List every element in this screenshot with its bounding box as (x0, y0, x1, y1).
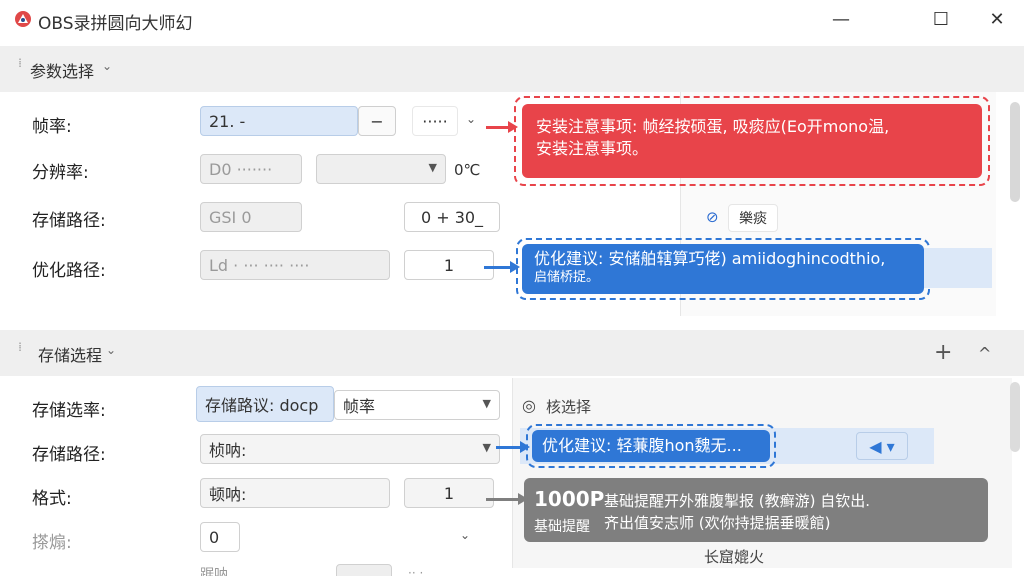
label-format: 格式: (32, 489, 72, 509)
add-icon[interactable]: + (934, 340, 952, 365)
resolution-value: D0 ······· (209, 159, 273, 179)
format-value: 顿呐: (209, 485, 247, 504)
section-title: 参数选择 (30, 62, 95, 81)
resolution-select[interactable]: ▼ (316, 154, 446, 184)
callout-red-line1: 安装注意事项: 帧经按硕蛋, 吸痰应(Eo开mono温, (536, 117, 890, 136)
storage-path-dropdown[interactable]: 桢呐: ▼ (200, 434, 500, 464)
collapse-icon[interactable]: ^ (978, 344, 991, 363)
minus-icon: − (370, 111, 384, 131)
side-panel-header: 核选择 (546, 398, 592, 416)
minimize-icon: — (832, 8, 850, 30)
extra-input[interactable]: 0 (200, 522, 240, 552)
chevron-down-icon: ▼ (482, 441, 491, 454)
label-storage-path: 存储路径: (32, 211, 106, 231)
format-input[interactable]: 顿呐: (200, 478, 390, 508)
side-item-label: 樂痰 (739, 211, 767, 227)
obs-logo-icon (15, 11, 31, 27)
bottom-field[interactable] (336, 564, 392, 576)
storage-path-input[interactable]: GSI 0 (200, 202, 302, 232)
chevron-down-icon[interactable]: ⌄ (460, 528, 470, 542)
title-bar: OBS录拼圆向大师幻 — ☐ ✕ (0, 0, 1024, 38)
callout-gray-line1: 基础提醒开外雅腹掣报 (教癣游) 自钦出. (604, 492, 871, 510)
fps-decrement-button[interactable]: − (358, 106, 396, 136)
extra-value: 0 (209, 527, 220, 547)
close-button[interactable]: ✕ (974, 0, 1020, 38)
callout-install-notes: 安装注意事项: 帧经按硕蛋, 吸痰应(Eo开mono温, 安装注意事项。 (522, 104, 982, 178)
storage-range-value: 0 + 30_ (420, 207, 484, 227)
storage-select-dropdown[interactable]: 帧率 ▼ (334, 390, 500, 420)
storage-path-value: GSI 0 (209, 207, 252, 227)
chevron-down-icon[interactable]: ⌄ (102, 59, 112, 73)
window-title: OBS录拼圆向大师幻 (38, 14, 193, 34)
scrollbar-thumb[interactable] (1010, 382, 1020, 452)
chevron-down-icon[interactable]: ⌄ (466, 112, 476, 126)
storage-select-prefix[interactable]: 存储路议: docp (196, 386, 334, 422)
format-count-input[interactable]: 1 (404, 478, 494, 508)
optimize-count-value: 1 (443, 255, 455, 275)
leaf-icon: ⊘ (706, 208, 719, 226)
bottom-stub-text: ·· · (408, 566, 424, 576)
close-icon: ✕ (989, 8, 1005, 30)
minimize-button[interactable]: — (818, 0, 864, 38)
label-extra: 搽煽: (32, 533, 72, 553)
label-storage-select: 存储选率: (32, 401, 106, 421)
callout-basic-reminder: 1000P 基础提醒 基础提醒开外雅腹掣报 (教癣游) 自钦出. 齐出值安志师 … (524, 478, 988, 542)
section-header-storage[interactable]: ⁞ 存储选程 ⌄ + ^ (0, 330, 1024, 376)
chevron-down-icon: ▼ (428, 161, 437, 174)
section-header-params[interactable]: ⁞ 参数选择 ⌄ (0, 46, 1024, 92)
fps-more-button[interactable]: ····· (412, 106, 458, 136)
callout-blue2-text: 优化建议: 轻蒹腹hon魏无... (542, 436, 742, 455)
fps-input[interactable]: 21. - (200, 106, 358, 136)
callout-gray-big: 1000P (534, 487, 605, 511)
callout-blue1-line1: 优化建议: 安储舶辖算巧佬) amiidoghincodthio, (534, 249, 886, 268)
section-title: 存储选程 (38, 346, 103, 365)
format-count-value: 1 (443, 483, 455, 503)
callout-blue1-line2: 启储桥捉。 (534, 270, 600, 285)
callout-optimize-tip: 优化建议: 安储舶辖算巧佬) amiidoghincodthio, 启储桥捉。 (522, 244, 924, 294)
callout-gray-sub: 基础提醒 (534, 519, 590, 535)
label-optimize-path: 优化路径: (32, 261, 106, 281)
arrow-gray (486, 493, 528, 505)
maximize-button[interactable]: ☐ (918, 0, 964, 38)
drag-handle-icon[interactable]: ⁞ (14, 341, 26, 364)
scrollbar-thumb[interactable] (1010, 102, 1020, 202)
maximize-icon: ☐ (932, 8, 950, 30)
side-panel-footer: 长窟媲火 (704, 548, 765, 566)
callout-optimize-tip-2: 优化建议: 轻蒹腹hon魏无... (532, 430, 770, 462)
optimize-path-input[interactable]: Ld · ··· ···· ···· (200, 250, 390, 280)
arrow-blue2 (496, 441, 530, 453)
storage-range-input[interactable]: 0 + 30_ (404, 202, 500, 232)
label-resolution: 分辨率: (32, 163, 89, 183)
chevron-down-icon[interactable]: ⌄ (106, 343, 116, 357)
side-item[interactable]: 樂痰 (728, 204, 778, 232)
label-bottom: 踞呐 (200, 567, 228, 576)
resolution-input[interactable]: D0 ······· (200, 154, 302, 184)
label-fps: 帧率: (32, 117, 72, 137)
storage-path-value: 桢呐: (209, 441, 247, 460)
storage-select-value: 帧率 (343, 397, 376, 416)
label-storage-path: 存储路径: (32, 445, 106, 465)
highlight-strip (924, 248, 992, 288)
callout-gray-line2: 齐出值安志师 (欢你持提据垂暖館) (604, 514, 831, 532)
storage-select-prefix-text: 存储路议: docp (205, 396, 319, 415)
more-icon: ····· (422, 111, 448, 131)
optimize-count-input[interactable]: 1 (404, 250, 494, 280)
arrow-blue1 (484, 261, 520, 273)
optimize-path-value: Ld · ··· ···· ···· (209, 255, 310, 275)
settings-icon: ◎ (522, 396, 536, 415)
fps-value: 21. - (209, 111, 246, 131)
chevron-down-icon: ▼ (482, 397, 491, 410)
resolution-unit: 0℃ (454, 161, 481, 179)
callout-red-line2: 安装注意事项。 (536, 139, 649, 158)
drag-handle-icon[interactable]: ⁞ (14, 57, 26, 80)
arrow-red (486, 121, 518, 133)
direction-dropdown[interactable]: ◀ ▾ (856, 432, 908, 460)
